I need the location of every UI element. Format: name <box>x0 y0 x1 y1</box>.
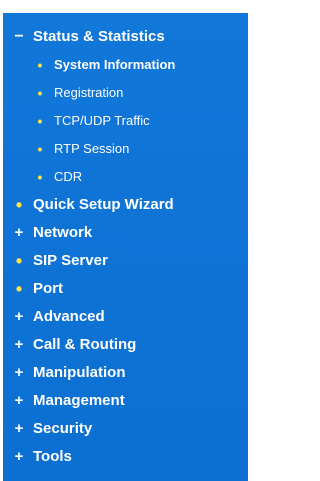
expand-icon: + <box>14 448 24 465</box>
expand-icon: + <box>14 224 24 241</box>
expand-icon: + <box>14 308 24 325</box>
menu-item-label: Manipulation <box>33 364 126 381</box>
menu-item-label: Advanced <box>33 308 105 325</box>
menu-item-label: Network <box>33 224 93 241</box>
collapse-icon: − <box>14 28 24 45</box>
menu-item-status-statistics[interactable]: − Status & Statistics <box>3 23 248 51</box>
menu-item-quick-setup-wizard[interactable]: • Quick Setup Wizard <box>3 191 248 219</box>
submenu-item-rtp-session[interactable]: • RTP Session <box>3 135 248 163</box>
menu-item-label: Port <box>33 280 63 297</box>
bullet-icon: • <box>37 85 43 101</box>
menu-item-port[interactable]: • Port <box>3 275 248 303</box>
bullet-icon: • <box>37 113 43 129</box>
bullet-icon: • <box>37 141 43 157</box>
submenu-item-registration[interactable]: • Registration <box>3 79 248 107</box>
submenu-status-statistics: • System Information • Registration • TC… <box>3 51 248 191</box>
menu-item-sip-server[interactable]: • SIP Server <box>3 247 248 275</box>
menu-item-label: Call & Routing <box>33 336 137 353</box>
submenu-item-label: RTP Session <box>54 141 130 156</box>
nav-sidebar: − Status & Statistics • System Informati… <box>3 13 248 481</box>
menu-item-call-routing[interactable]: + Call & Routing <box>3 331 248 359</box>
bullet-icon: • <box>37 169 43 185</box>
submenu-item-tcp-udp-traffic[interactable]: • TCP/UDP Traffic <box>3 107 248 135</box>
submenu-item-cdr[interactable]: • CDR <box>3 163 248 191</box>
bullet-icon: • <box>37 57 43 73</box>
expand-icon: + <box>14 364 24 381</box>
menu-item-label: Tools <box>33 448 72 465</box>
submenu-list: • System Information • Registration • TC… <box>3 51 248 191</box>
menu-item-label: Status & Statistics <box>33 28 165 45</box>
submenu-item-label: Registration <box>54 85 124 100</box>
submenu-item-label: System Information <box>54 57 176 72</box>
menu-item-label: Management <box>33 392 125 409</box>
bullet-icon: • <box>15 195 23 215</box>
menu-item-manipulation[interactable]: + Manipulation <box>3 359 248 387</box>
menu-item-tools[interactable]: + Tools <box>3 443 248 471</box>
menu-item-label: Security <box>33 420 93 437</box>
bullet-icon: • <box>15 251 23 271</box>
expand-icon: + <box>14 336 24 353</box>
menu-item-advanced[interactable]: + Advanced <box>3 303 248 331</box>
menu-item-label: Quick Setup Wizard <box>33 196 174 213</box>
menu-item-management[interactable]: + Management <box>3 387 248 415</box>
menu-item-network[interactable]: + Network <box>3 219 248 247</box>
submenu-item-label: CDR <box>54 169 83 184</box>
bullet-icon: • <box>15 279 23 299</box>
nav-menu: − Status & Statistics • System Informati… <box>3 23 248 471</box>
expand-icon: + <box>14 420 24 437</box>
expand-icon: + <box>14 392 24 409</box>
submenu-item-label: TCP/UDP Traffic <box>54 113 150 128</box>
submenu-item-system-information[interactable]: • System Information <box>3 51 248 79</box>
menu-item-security[interactable]: + Security <box>3 415 248 443</box>
menu-item-label: SIP Server <box>33 252 108 269</box>
